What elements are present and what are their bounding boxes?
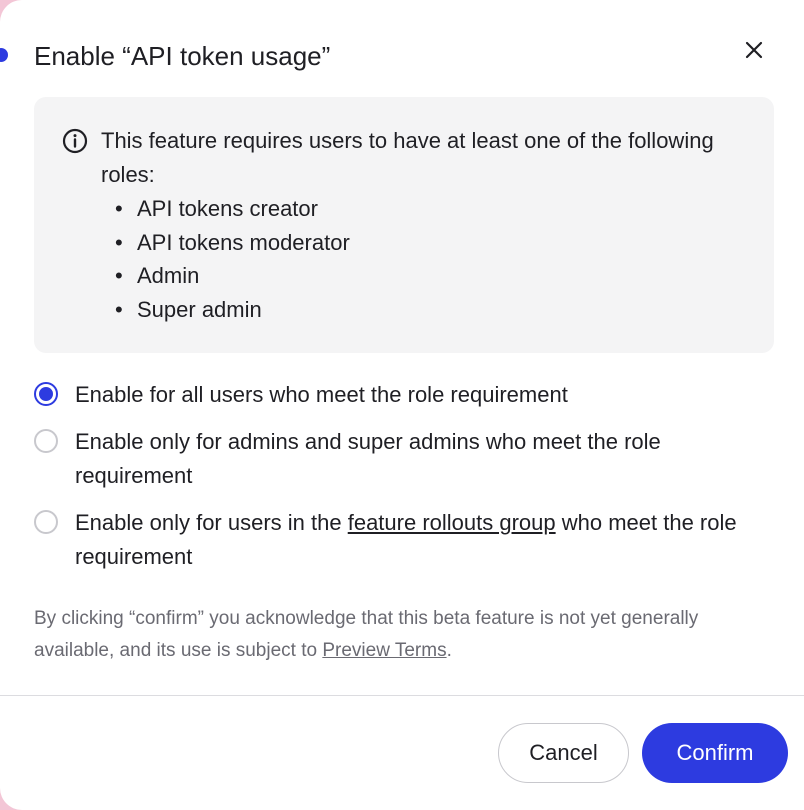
close-button[interactable] <box>736 32 772 68</box>
feature-rollouts-group-link[interactable]: feature rollouts group <box>348 510 556 535</box>
role-requirement-callout: This feature requires users to have at l… <box>34 97 774 353</box>
preview-terms-link[interactable]: Preview Terms <box>322 640 446 661</box>
list-item: • API tokens creator <box>115 196 318 221</box>
option-rollout-group[interactable]: Enable only for users in the feature rol… <box>34 506 774 574</box>
role-list: • API tokens creator • API tokens moderato… <box>113 192 350 326</box>
option-label: Enable only for users in the <box>75 510 348 535</box>
beta-disclaimer: By clicking “confirm” you acknowledge th… <box>34 608 699 661</box>
list-item: • API tokens moderator <box>115 229 350 255</box>
option-all-users[interactable]: Enable for all users who meet the role r… <box>34 378 774 412</box>
radio-admins-only[interactable] <box>34 429 58 453</box>
info-icon <box>62 128 88 154</box>
list-item: • Super admin <box>115 296 262 322</box>
confirm-button[interactable]: Confirm <box>642 723 788 783</box>
enable-feature-dialog: Enable “API token usage” This feature re… <box>0 0 804 810</box>
radio-all-users[interactable] <box>34 382 58 406</box>
callout-text: This feature requires users to have at l… <box>101 128 714 187</box>
dialog-title: Enable “API token usage” <box>34 41 331 71</box>
enable-options-radio-group: Enable for all users who meet the role r… <box>34 378 774 574</box>
close-icon <box>745 41 763 59</box>
footer-divider <box>0 695 804 696</box>
focus-indicator <box>0 48 8 62</box>
list-item: • Admin <box>115 263 200 288</box>
radio-rollout-group[interactable] <box>34 510 58 534</box>
option-label: Enable only for admins and super admins … <box>75 429 661 488</box>
cancel-button[interactable]: Cancel <box>498 723 629 783</box>
option-label: Enable for all users who meet the role r… <box>75 382 568 407</box>
option-admins-only[interactable]: Enable only for admins and super admins … <box>34 425 774 493</box>
